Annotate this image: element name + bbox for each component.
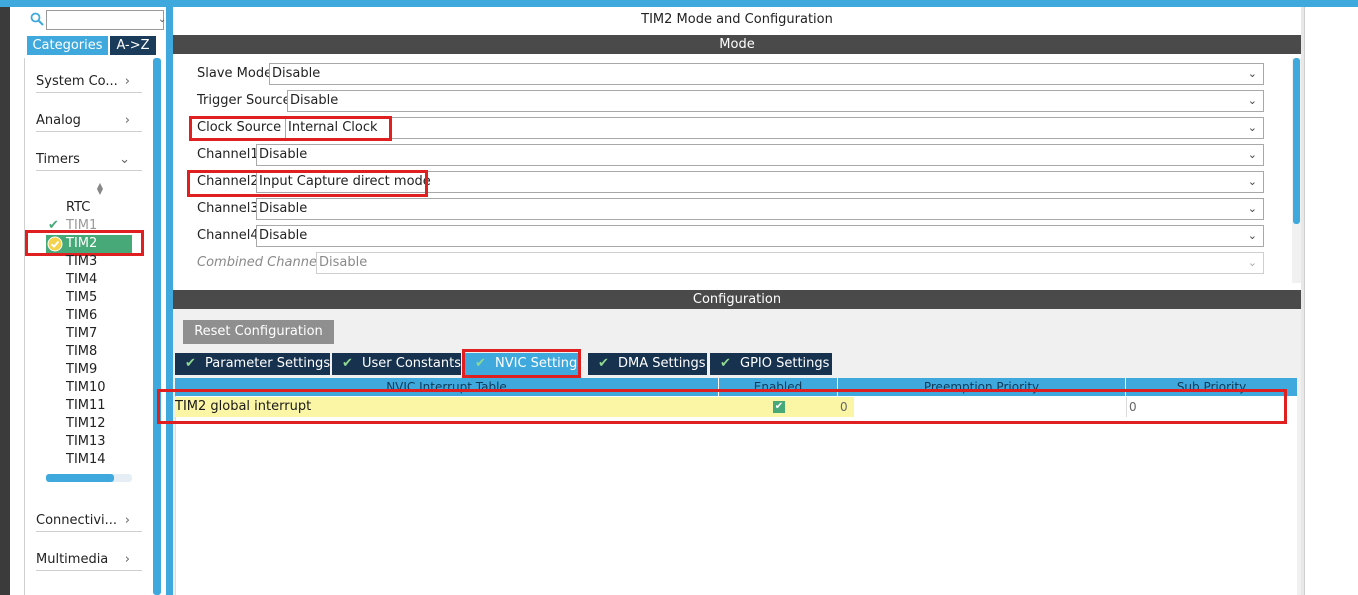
category-label: Connectivi... [36, 513, 118, 528]
search-input[interactable] [46, 10, 164, 30]
chevron-down-icon: ⌄ [1247, 121, 1257, 134]
tab-label: Parameter Settings [205, 356, 331, 371]
timer-item-tim3[interactable]: TIM3 [66, 253, 136, 271]
annotation-box-clock-source [189, 116, 392, 141]
clock-source-select[interactable]: Internal Clock ⌄ [285, 117, 1264, 139]
chevron-down-icon: ⌄ [119, 152, 130, 167]
chevron-right-icon: › [124, 74, 130, 89]
select-value: Disable [259, 201, 308, 216]
tab-label: DMA Settings [618, 356, 706, 371]
check-circle-icon: ✔ [598, 356, 609, 371]
timer-item-tim8[interactable]: TIM8 [66, 343, 136, 361]
slave-mode-label: Slave Mode [197, 66, 273, 81]
tab-parameter-settings[interactable]: ✔ Parameter Settings [175, 353, 330, 375]
channel1-select[interactable]: Disable ⌄ [256, 144, 1264, 166]
slave-mode-select[interactable]: Disable ⌄ [269, 63, 1264, 85]
timer-item-tim5[interactable]: TIM5 [66, 289, 136, 307]
check-circle-icon: ✔ [185, 356, 196, 371]
select-value: Disable [259, 228, 308, 243]
category-label: System Co... [36, 74, 118, 89]
tab-label: GPIO Settings [740, 356, 830, 371]
category-timers[interactable]: Timers ⌄ [36, 149, 142, 171]
sort-icon[interactable]: ▲ ▼ [95, 182, 105, 196]
search-icon[interactable] [30, 12, 44, 26]
channel3-select[interactable]: Disable ⌄ [256, 198, 1264, 220]
chevron-down-icon: ⌄ [1247, 175, 1257, 188]
annotation-box-channel2 [187, 170, 428, 197]
category-label: Analog [36, 113, 81, 128]
combined-channels-label: Combined Channels [197, 255, 328, 270]
chevron-down-icon: ⌄ [1247, 148, 1257, 161]
timer-item-tim11[interactable]: TIM11 [66, 397, 136, 415]
combined-channels-select[interactable]: Disable ⌄ [316, 252, 1264, 274]
right-pane [1304, 7, 1358, 595]
chevron-down-icon: ⌄ [1247, 229, 1257, 242]
check-circle-icon: ✔ [720, 356, 731, 371]
category-connectivity[interactable]: Connectivi... › [36, 510, 142, 532]
tab-label: User Constants [362, 356, 461, 371]
top-accent-bar [0, 0, 1358, 7]
annotation-box-nvic-tab [462, 349, 581, 378]
tab-gpio-settings[interactable]: ✔ GPIO Settings [710, 353, 832, 375]
chevron-down-icon[interactable]: ⌄ [158, 14, 166, 25]
select-value: Disable [290, 93, 339, 108]
tab-categories[interactable]: Categories [27, 36, 108, 55]
timer-item-tim12[interactable]: TIM12 [66, 415, 136, 433]
channel3-label: Channel3 [197, 201, 259, 216]
timer-item-tim7[interactable]: TIM7 [66, 325, 136, 343]
select-value: Disable [319, 255, 368, 270]
category-scrollbar[interactable] [153, 58, 161, 595]
nvic-table [175, 396, 1297, 595]
chevron-right-icon: › [124, 552, 130, 567]
configuration-section-header: Configuration [173, 290, 1301, 309]
trigger-source-label: Trigger Source [197, 93, 291, 108]
tab-user-constants[interactable]: ✔ User Constants [332, 353, 461, 375]
page-title: TIM2 Mode and Configuration [641, 12, 833, 27]
tab-a-z[interactable]: A->Z [110, 36, 156, 55]
timer-item-rtc[interactable]: RTC [66, 199, 136, 217]
category-multimedia[interactable]: Multimedia › [36, 549, 142, 571]
reset-configuration-button[interactable]: Reset Configuration [183, 320, 334, 344]
category-label: Multimedia [36, 552, 109, 567]
chevron-down-icon: ⌄ [1247, 256, 1257, 269]
timer-item-tim14[interactable]: TIM14 [66, 451, 136, 469]
check-circle-icon: ✔ [342, 356, 353, 371]
category-label: Timers [36, 152, 80, 167]
chevron-down-icon: ⌄ [1247, 94, 1257, 107]
timer-item-tim13[interactable]: TIM13 [66, 433, 136, 451]
mode-scrollbar[interactable] [1293, 58, 1300, 224]
tab-dma-settings[interactable]: ✔ DMA Settings [588, 353, 707, 375]
category-system-core[interactable]: System Co... › [36, 71, 142, 93]
timer-item-tim6[interactable]: TIM6 [66, 307, 136, 325]
annotation-box-interrupt-row [157, 389, 1287, 424]
mode-section-header: Mode [173, 35, 1301, 54]
chevron-right-icon: › [124, 113, 130, 128]
channel4-select[interactable]: Disable ⌄ [256, 225, 1264, 247]
window-edge [0, 0, 10, 595]
chevron-down-icon: ⌄ [1247, 67, 1257, 80]
channel4-label: Channel4 [197, 228, 259, 243]
timer-item-tim9[interactable]: TIM9 [66, 361, 136, 379]
trigger-source-select[interactable]: Disable ⌄ [287, 90, 1264, 112]
timer-list-scroll-thumb[interactable] [46, 474, 114, 482]
select-value: Disable [272, 66, 321, 81]
channel1-label: Channel1 [197, 147, 259, 162]
timer-item-tim4[interactable]: TIM4 [66, 271, 136, 289]
panel-splitter[interactable] [166, 7, 173, 595]
chevron-down-icon: ⌄ [1247, 202, 1257, 215]
category-analog[interactable]: Analog › [36, 110, 142, 132]
select-value: Disable [259, 147, 308, 162]
timer-item-tim10[interactable]: TIM10 [66, 379, 136, 397]
chevron-right-icon: › [124, 513, 130, 528]
